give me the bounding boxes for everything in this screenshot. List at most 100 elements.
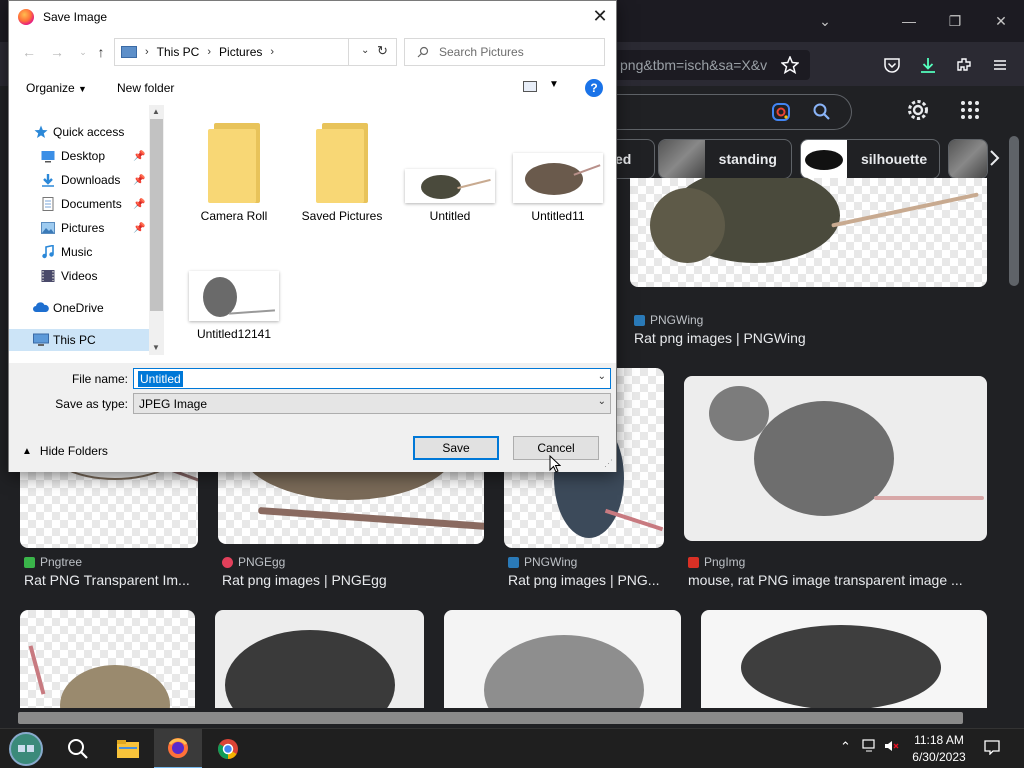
result-source[interactable]: PNGWing	[508, 555, 577, 569]
menu-icon[interactable]	[988, 53, 1012, 77]
result-title[interactable]: Rat png images | PNGEgg	[222, 572, 482, 588]
result-title[interactable]: Rat PNG Transparent Im...	[24, 572, 200, 588]
rat-tail	[874, 496, 984, 500]
navigation-pane-scrollbar[interactable]: ▲ ▼	[149, 105, 164, 355]
save-as-type-label: Save as type:	[55, 397, 128, 411]
result-title[interactable]: mouse, rat PNG image transparent image .…	[688, 572, 988, 588]
result-source[interactable]: PNGEgg	[222, 555, 285, 569]
result-image[interactable]	[630, 178, 987, 287]
list-all-tabs-icon[interactable]: ⌄	[814, 10, 836, 32]
nav-item-label: Music	[61, 245, 93, 259]
firefox-taskbar-icon[interactable]	[154, 729, 202, 768]
help-icon[interactable]: ?	[585, 79, 603, 97]
pocket-icon[interactable]	[880, 53, 904, 77]
apps-grid-icon[interactable]	[958, 98, 982, 122]
file-name-label: Untitled12141	[196, 327, 272, 341]
result-image[interactable]	[684, 376, 987, 541]
search-taskbar-icon[interactable]	[54, 729, 102, 768]
folder-item[interactable]: Saved Pictures	[292, 123, 392, 223]
breadcrumb-pictures[interactable]: Pictures	[219, 45, 262, 59]
image-file-item[interactable]: Untitled11	[508, 153, 608, 223]
result-title[interactable]: Rat png images | PNGWing	[634, 330, 994, 346]
nav-videos[interactable]: Videos	[9, 265, 149, 287]
nav-this-pc[interactable]: This PC	[9, 329, 149, 351]
nav-pictures[interactable]: Pictures 📌	[9, 217, 149, 239]
file-explorer-icon[interactable]	[104, 729, 152, 768]
address-dropdown-chevron-icon[interactable]: ⌄	[361, 45, 369, 56]
notification-center-icon[interactable]	[984, 739, 1000, 758]
chip-silhouette[interactable]: silhouette	[800, 139, 940, 179]
desktop-icon	[41, 149, 55, 163]
scroll-down-icon[interactable]: ▼	[152, 343, 160, 352]
nav-music[interactable]: Music	[9, 241, 149, 263]
chevron-right-icon[interactable]	[982, 146, 1006, 170]
volume-muted-icon[interactable]	[884, 739, 900, 756]
hide-folders-button[interactable]: ▲ Hide Folders	[22, 444, 108, 458]
chip-standing[interactable]: standing	[658, 139, 792, 179]
result-image[interactable]	[215, 610, 424, 710]
scroll-thumb[interactable]	[150, 119, 163, 311]
organize-menu[interactable]: Organize ▼	[26, 81, 87, 95]
result-source[interactable]: PngImg	[688, 555, 745, 569]
start-button[interactable]	[2, 729, 50, 768]
new-folder-button[interactable]: New folder	[117, 81, 174, 95]
image-file-item[interactable]: Untitled	[400, 169, 500, 223]
breadcrumb-this-pc[interactable]: This PC	[157, 45, 200, 59]
forward-arrow-icon[interactable]: →	[47, 42, 67, 62]
resize-grip-icon[interactable]: ⋰	[604, 458, 613, 469]
bookmark-star-icon[interactable]	[778, 53, 802, 77]
settings-gear-icon[interactable]	[906, 98, 930, 122]
page-vertical-scrollbar[interactable]	[1004, 86, 1024, 706]
dialog-close-button[interactable]: ✕	[584, 1, 616, 32]
result-source[interactable]: PNGWing	[634, 313, 703, 327]
nav-downloads[interactable]: Downloads 📌	[9, 169, 149, 191]
result-source[interactable]: Pngtree	[24, 555, 82, 569]
downloads-icon[interactable]	[916, 53, 940, 77]
recent-locations-chevron-icon[interactable]: ⌄	[73, 42, 93, 62]
file-name-dropdown-chevron-icon[interactable]: ⌄	[598, 371, 606, 382]
close-window-button[interactable]: ✕	[990, 10, 1012, 32]
up-arrow-icon[interactable]: ↑	[91, 42, 111, 62]
refresh-icon[interactable]: ↻	[377, 43, 388, 59]
save-button[interactable]: Save	[413, 436, 499, 460]
lens-icon[interactable]	[770, 101, 792, 123]
scroll-thumb[interactable]	[18, 712, 963, 724]
minimize-button[interactable]: —	[898, 10, 920, 32]
result-title[interactable]: Rat png images | PNG...	[508, 572, 660, 588]
nav-onedrive[interactable]: OneDrive	[9, 297, 149, 319]
onedrive-cloud-icon	[33, 301, 49, 315]
navigation-pane: Quick access Desktop 📌 Downloads 📌 Docum…	[9, 105, 149, 355]
scroll-thumb[interactable]	[1009, 136, 1019, 286]
result-image[interactable]	[20, 610, 195, 710]
address-bar[interactable]: › This PC › Pictures › ⌄ ↻	[114, 38, 397, 66]
nav-quick-access[interactable]: Quick access	[9, 121, 149, 143]
system-clock[interactable]: 11:18 AM 6/30/2023	[906, 732, 972, 766]
show-hidden-icons-chevron-icon[interactable]: ⌃	[840, 739, 851, 755]
view-options-icon[interactable]	[523, 81, 537, 92]
breadcrumb-separator-icon: ›	[270, 46, 275, 58]
file-name-label: Saved Pictures	[301, 209, 383, 223]
result-image[interactable]	[701, 610, 987, 710]
search-pictures-input[interactable]: Search Pictures	[404, 38, 605, 66]
dialog-title-bar[interactable]: Save Image	[9, 1, 616, 32]
nav-desktop[interactable]: Desktop 📌	[9, 145, 149, 167]
firefox-icon	[18, 8, 34, 25]
chrome-taskbar-icon[interactable]	[204, 729, 252, 768]
nav-documents[interactable]: Documents 📌	[9, 193, 149, 215]
page-horizontal-scrollbar[interactable]	[0, 708, 1004, 728]
network-icon[interactable]	[862, 739, 878, 756]
result-image[interactable]	[444, 610, 681, 710]
view-dropdown-icon[interactable]: ▼	[549, 79, 559, 90]
back-arrow-icon[interactable]: ←	[19, 42, 39, 62]
chevron-up-icon: ▲	[22, 445, 32, 457]
extensions-icon[interactable]	[952, 53, 976, 77]
scroll-up-icon[interactable]: ▲	[152, 107, 160, 116]
search-box[interactable]	[600, 94, 852, 130]
file-name-input[interactable]: Untitled ⌄	[133, 368, 611, 389]
image-file-item[interactable]: Untitled12141	[184, 271, 284, 341]
folder-item[interactable]: Camera Roll	[184, 123, 284, 223]
restore-button[interactable]: ❐	[944, 10, 966, 32]
save-as-type-select[interactable]: JPEG Image ⌄	[133, 393, 611, 414]
hide-folders-label: Hide Folders	[39, 444, 108, 458]
search-icon[interactable]	[812, 102, 832, 122]
